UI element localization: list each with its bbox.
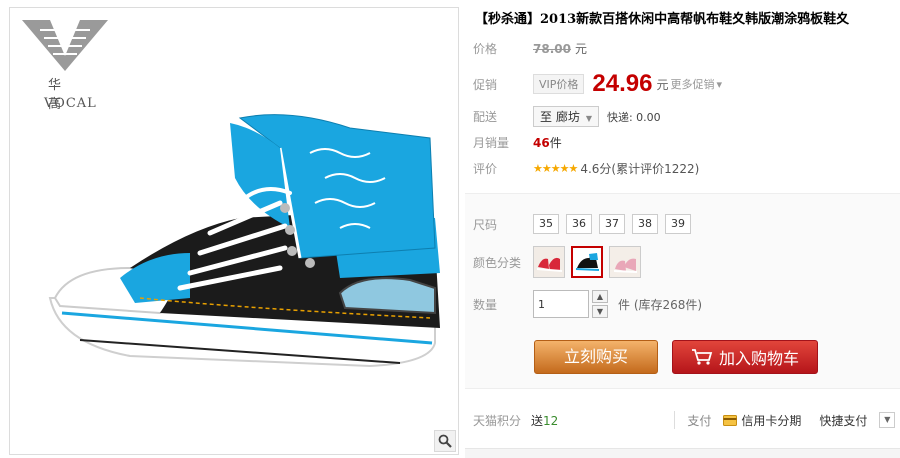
shipping-label: 配送 [473,110,498,124]
more-promo-link[interactable]: 更多促销 [670,76,714,92]
stock-info: 件 (库存268件) [618,297,703,312]
credit-label: 信用卡分期 [741,413,802,428]
color-swatch-pink[interactable] [609,246,641,278]
pink-shoe-thumbnail [610,247,640,277]
red-shoe-thumbnail [534,247,564,277]
size-option[interactable]: 38 [632,214,658,234]
review-row: 评价 ★★★★★ 4.6分(累计评价1222) [473,160,699,177]
quantity-row: 数量 ▲ ▼ 件 (库存268件) [473,290,702,318]
sales-label: 月销量 [473,136,510,150]
review-link[interactable]: 4.6分(累计评价1222) [580,160,699,177]
product-detail-panel: 【秒杀通】2013新款百搭休闲中高帮帆布鞋夊韩版潮涂鸦板鞋夊 价格 78.00 … [465,0,900,458]
price-info: 价格 78.00 元 促销 VIP价格 24.96 元 更多促销 ▾ 配送 至 … [465,36,900,190]
shipping-row: 配送 至 廊坊 ▼ 快递: 0.00 [473,106,661,127]
buy-now-button[interactable]: 立刻购买 [534,340,658,374]
original-price: 78.00 [533,41,571,56]
location-value: 至 廊坊 [540,110,580,124]
size-option[interactable]: 39 [665,214,691,234]
cart-icon [691,349,713,365]
magnifier-icon [438,434,452,448]
price-row: 价格 78.00 元 [473,40,587,57]
sales-count: 46 [533,135,550,150]
size-option[interactable]: 36 [566,214,592,234]
fast-pay-link[interactable]: 快捷支付 [819,412,867,429]
quantity-label: 数量 [473,297,498,312]
more-promo-arrow-icon: ▾ [716,77,723,91]
color-swatch-red[interactable] [533,246,565,278]
promo-price: 24.96 [592,70,653,97]
points-label: 天猫积分 [473,413,522,428]
add-to-cart-label: 加入购物车 [718,349,799,368]
size-label: 尺码 [473,217,498,232]
price-label: 价格 [473,42,498,56]
rating-stars-icon: ★★★★★ [533,162,578,175]
credit-card-icon [723,414,738,426]
divider [674,411,676,429]
credit-installment-link[interactable]: 信用卡分期 [723,412,801,429]
size-row: 尺码 35 36 37 38 39 [473,214,691,234]
quantity-stepper: ▲ ▼ [592,290,608,318]
shoe-image [48,114,440,368]
increase-qty-button[interactable]: ▲ [592,290,608,303]
color-options [533,246,641,278]
payment-dropdown-icon[interactable]: ▼ [879,412,896,428]
sales-row: 月销量 46 件 [473,134,562,151]
pay-label: 支付 [687,413,712,428]
express-fee: 快递: 0.00 [606,110,661,124]
chevron-down-icon: ▼ [585,114,592,123]
vip-badge: VIP价格 [533,74,585,94]
blue-shoe-thumbnail [573,248,601,276]
sku-selector: 尺码 35 36 37 38 39 颜色分类 数量 1 ▲ ▼ 件 (库存268… [465,193,900,389]
location-select[interactable]: 至 廊坊 ▼ [533,106,599,127]
promo-row: 促销 VIP价格 24.96 元 更多促销 ▾ [473,70,722,98]
points-value: 送12 [531,412,558,429]
color-label: 颜色分类 [473,255,522,270]
sales-unit: 件 [549,136,562,150]
size-option[interactable]: 37 [599,214,625,234]
points-number: 12 [543,413,559,428]
quantity-input[interactable] [533,290,589,318]
product-title: 【秒杀通】2013新款百搭休闲中高帮帆布鞋夊韩版潮涂鸦板鞋夊 [475,12,850,27]
footer-bar: 天猫积分 送12 支付 信用卡分期 快捷支付 ▼ [465,405,900,435]
promo-label: 促销 [473,77,498,92]
points-prefix: 送 [531,413,544,428]
brand-logo: 华 高 VOCAL [20,16,110,116]
promo-currency: 元 [656,77,669,92]
add-to-cart-button[interactable]: 加入购物车 [672,340,818,374]
review-label: 评价 [473,162,498,176]
size-option[interactable]: 35 [533,214,559,234]
panel-edge [465,448,900,458]
color-swatch-blue[interactable] [571,246,603,278]
size-options: 35 36 37 38 39 [533,214,691,234]
vocal-logo-mark [22,20,108,71]
color-row: 颜色分类 [473,246,641,278]
decrease-qty-button[interactable]: ▼ [592,305,608,318]
price-currency: 元 [574,42,587,56]
zoom-button[interactable] [434,430,456,452]
product-image-panel: 华 高 VOCAL [9,7,459,455]
